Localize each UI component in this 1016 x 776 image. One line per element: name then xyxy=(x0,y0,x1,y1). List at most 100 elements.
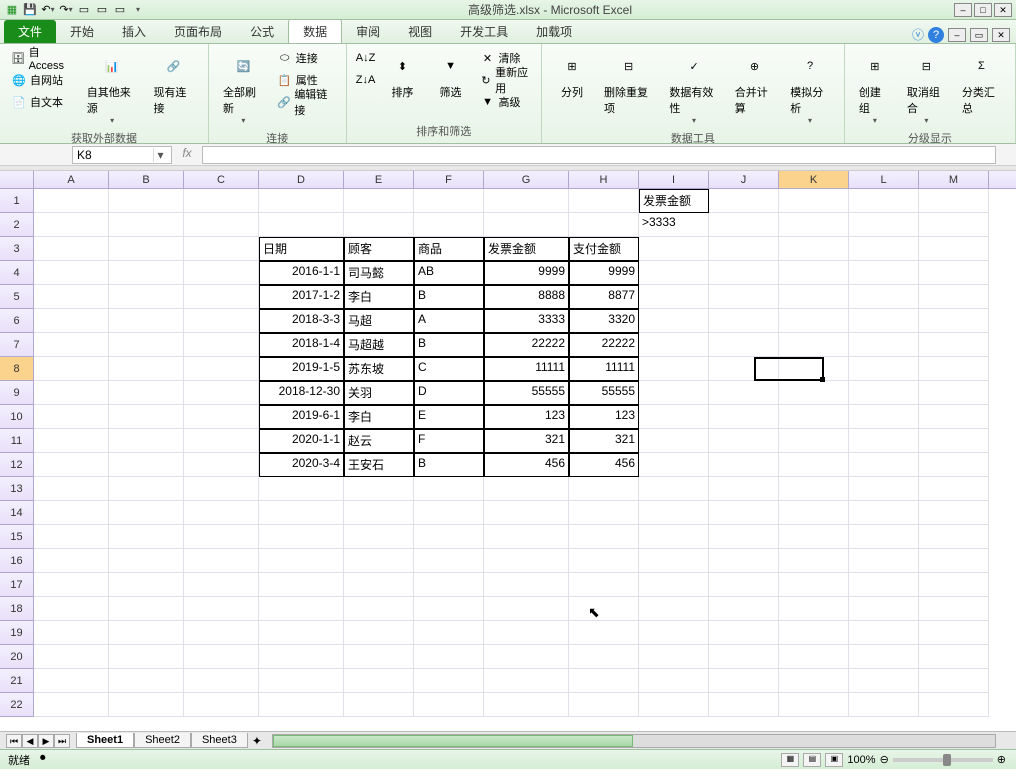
cell-F6[interactable]: A xyxy=(414,309,484,333)
qat2-icon[interactable]: ▭ xyxy=(94,2,110,18)
cell-C1[interactable] xyxy=(184,189,259,213)
row-header-12[interactable]: 12 xyxy=(0,453,34,477)
cell-I15[interactable] xyxy=(639,525,709,549)
cell-H18[interactable] xyxy=(569,597,639,621)
col-header-G[interactable]: G xyxy=(484,171,569,188)
col-header-J[interactable]: J xyxy=(709,171,779,188)
tab-insert[interactable]: 插入 xyxy=(108,20,160,43)
cell-A11[interactable] xyxy=(34,429,109,453)
cell-E18[interactable] xyxy=(344,597,414,621)
cell-H20[interactable] xyxy=(569,645,639,669)
cell-E22[interactable] xyxy=(344,693,414,717)
new-sheet-icon[interactable]: ✦ xyxy=(252,734,262,748)
qat-more-icon[interactable]: ▾ xyxy=(130,2,146,18)
tab-addin[interactable]: 加载项 xyxy=(522,20,586,43)
cell-E13[interactable] xyxy=(344,477,414,501)
tab-view[interactable]: 视图 xyxy=(394,20,446,43)
cell-C21[interactable] xyxy=(184,669,259,693)
cell-J6[interactable] xyxy=(709,309,779,333)
cell-J18[interactable] xyxy=(709,597,779,621)
cell-H8[interactable]: 11111 xyxy=(569,357,639,381)
cell-G15[interactable] xyxy=(484,525,569,549)
cell-H13[interactable] xyxy=(569,477,639,501)
cell-I2[interactable]: >3333 xyxy=(639,213,709,237)
cell-H17[interactable] xyxy=(569,573,639,597)
cell-E17[interactable] xyxy=(344,573,414,597)
cell-J13[interactable] xyxy=(709,477,779,501)
cell-C5[interactable] xyxy=(184,285,259,309)
doc-close-button[interactable]: ✕ xyxy=(992,28,1010,42)
cell-J14[interactable] xyxy=(709,501,779,525)
minimize-button[interactable]: – xyxy=(954,3,972,17)
row-header-5[interactable]: 5 xyxy=(0,285,34,309)
cell-B19[interactable] xyxy=(109,621,184,645)
cell-F8[interactable]: C xyxy=(414,357,484,381)
qat1-icon[interactable]: ▭ xyxy=(76,2,92,18)
cell-L4[interactable] xyxy=(849,261,919,285)
cell-M13[interactable] xyxy=(919,477,989,501)
cell-F11[interactable]: F xyxy=(414,429,484,453)
cell-H7[interactable]: 22222 xyxy=(569,333,639,357)
cell-B4[interactable] xyxy=(109,261,184,285)
cell-G9[interactable]: 55555 xyxy=(484,381,569,405)
cell-A21[interactable] xyxy=(34,669,109,693)
cell-J15[interactable] xyxy=(709,525,779,549)
reapply-button[interactable]: ↻重新应用 xyxy=(477,70,533,90)
whatif-button[interactable]: ?模拟分析▾ xyxy=(784,48,836,127)
cell-I16[interactable] xyxy=(639,549,709,573)
cell-F14[interactable] xyxy=(414,501,484,525)
cell-L12[interactable] xyxy=(849,453,919,477)
cell-H22[interactable] xyxy=(569,693,639,717)
tab-home[interactable]: 开始 xyxy=(56,20,108,43)
cell-M20[interactable] xyxy=(919,645,989,669)
cell-M7[interactable] xyxy=(919,333,989,357)
cell-B11[interactable] xyxy=(109,429,184,453)
cell-E15[interactable] xyxy=(344,525,414,549)
cell-A10[interactable] xyxy=(34,405,109,429)
cell-D16[interactable] xyxy=(259,549,344,573)
cell-C20[interactable] xyxy=(184,645,259,669)
subtotal-button[interactable]: Σ分类汇总 xyxy=(956,48,1007,118)
remove-dup-button[interactable]: ⊟删除重复项 xyxy=(598,48,659,118)
tab-dev[interactable]: 开发工具 xyxy=(446,20,522,43)
ungroup-button[interactable]: ⊟取消组合▾ xyxy=(901,48,952,127)
cell-D6[interactable]: 2018-3-3 xyxy=(259,309,344,333)
cell-H2[interactable] xyxy=(569,213,639,237)
cell-M22[interactable] xyxy=(919,693,989,717)
cell-D1[interactable] xyxy=(259,189,344,213)
col-header-A[interactable]: A xyxy=(34,171,109,188)
col-header-F[interactable]: F xyxy=(414,171,484,188)
cell-E21[interactable] xyxy=(344,669,414,693)
from-access-button[interactable]: 🗄自 Access xyxy=(8,48,77,68)
cell-I1[interactable]: 发票金额 xyxy=(639,189,709,213)
cell-M3[interactable] xyxy=(919,237,989,261)
cell-F18[interactable] xyxy=(414,597,484,621)
advanced-filter-button[interactable]: ▼高级 xyxy=(477,92,533,112)
cell-J17[interactable] xyxy=(709,573,779,597)
cell-H6[interactable]: 3320 xyxy=(569,309,639,333)
cell-F21[interactable] xyxy=(414,669,484,693)
cell-A22[interactable] xyxy=(34,693,109,717)
cell-J3[interactable] xyxy=(709,237,779,261)
cell-J21[interactable] xyxy=(709,669,779,693)
cell-A12[interactable] xyxy=(34,453,109,477)
cell-L15[interactable] xyxy=(849,525,919,549)
cell-M18[interactable] xyxy=(919,597,989,621)
cell-F2[interactable] xyxy=(414,213,484,237)
row-header-18[interactable]: 18 xyxy=(0,597,34,621)
cell-B8[interactable] xyxy=(109,357,184,381)
from-text-button[interactable]: 📄自文本 xyxy=(8,92,77,112)
cell-D14[interactable] xyxy=(259,501,344,525)
cell-I12[interactable] xyxy=(639,453,709,477)
cell-B2[interactable] xyxy=(109,213,184,237)
consolidate-button[interactable]: ⊕合并计算 xyxy=(729,48,781,118)
cell-H21[interactable] xyxy=(569,669,639,693)
cell-I11[interactable] xyxy=(639,429,709,453)
row-header-7[interactable]: 7 xyxy=(0,333,34,357)
cell-C14[interactable] xyxy=(184,501,259,525)
cell-B21[interactable] xyxy=(109,669,184,693)
cell-C4[interactable] xyxy=(184,261,259,285)
cell-D13[interactable] xyxy=(259,477,344,501)
help-icon[interactable]: ? xyxy=(928,27,944,43)
sheet-tab-sheet1[interactable]: Sheet1 xyxy=(76,733,134,748)
